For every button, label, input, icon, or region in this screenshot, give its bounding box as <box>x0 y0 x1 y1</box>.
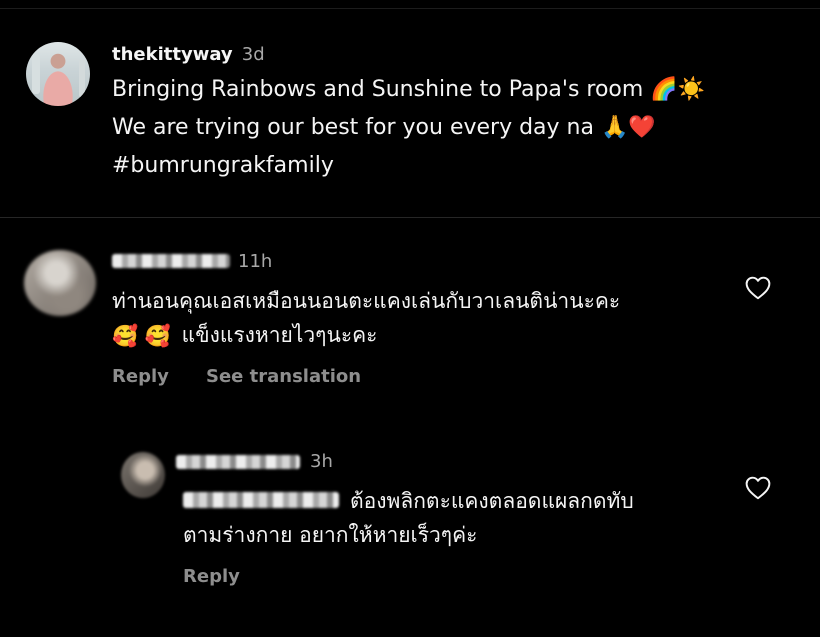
rainbow-sun-emoji: 🌈☀️ <box>650 77 706 102</box>
caption-line-2: We are trying our best for you every day… <box>112 115 656 141</box>
caption-line-1: Bringing Rainbows and Sunshine to Papa's… <box>112 77 705 103</box>
reply-to-reply-button[interactable]: Reply <box>183 566 240 587</box>
comment-text-line-2: 🥰 🥰 แข็งแรงหายไวๆนะคะ <box>112 322 377 349</box>
heart-outline-icon[interactable] <box>745 276 771 300</box>
caption-hashtag[interactable]: #bumrungrakfamily <box>112 153 334 179</box>
reply-button[interactable]: Reply <box>112 366 169 387</box>
pray-heart-emoji: 🙏❤️ <box>600 115 656 140</box>
reply-avatar[interactable] <box>121 452 165 498</box>
reply-username-blurred[interactable] <box>176 455 300 469</box>
caption-text-2: We are trying our best for you every day… <box>112 115 594 140</box>
post-author-avatar[interactable] <box>26 42 90 106</box>
comment-username-blurred[interactable] <box>112 254 230 268</box>
mentioned-user-blurred[interactable] <box>183 492 339 508</box>
caption-text-1: Bringing Rainbows and Sunshine to Papa's… <box>112 77 644 102</box>
smiling-hearts-emoji: 🥰 🥰 <box>112 324 171 348</box>
hashtag-link[interactable]: #bumrungrakfamily <box>112 153 334 178</box>
comment-text-line-1: ท่านอนคุณเอสเหมือนนอนตะแคงเล่นกับวาเลนติ… <box>112 289 621 313</box>
see-translation-button[interactable]: See translation <box>206 366 361 387</box>
top-divider <box>0 8 820 9</box>
heart-outline-icon[interactable] <box>745 476 771 500</box>
post-username[interactable]: thekittyway <box>112 44 233 65</box>
post-header: thekittyway 3d <box>112 44 265 65</box>
reply-text-line-1: ต้องพลิกตะแคงตลอดแผลกดทับ <box>350 489 634 513</box>
reply-timestamp: 3h <box>310 451 333 472</box>
caption-divider <box>0 217 820 218</box>
post-timestamp: 3d <box>241 44 265 65</box>
comment-text-line-2-text: แข็งแรงหายไวๆนะคะ <box>181 323 378 347</box>
comment-avatar[interactable] <box>24 250 96 316</box>
reply-text-line-2: ตามร่างกาย อยากให้หายเร็วๆค่ะ <box>183 523 478 547</box>
comment-timestamp: 11h <box>238 251 273 272</box>
